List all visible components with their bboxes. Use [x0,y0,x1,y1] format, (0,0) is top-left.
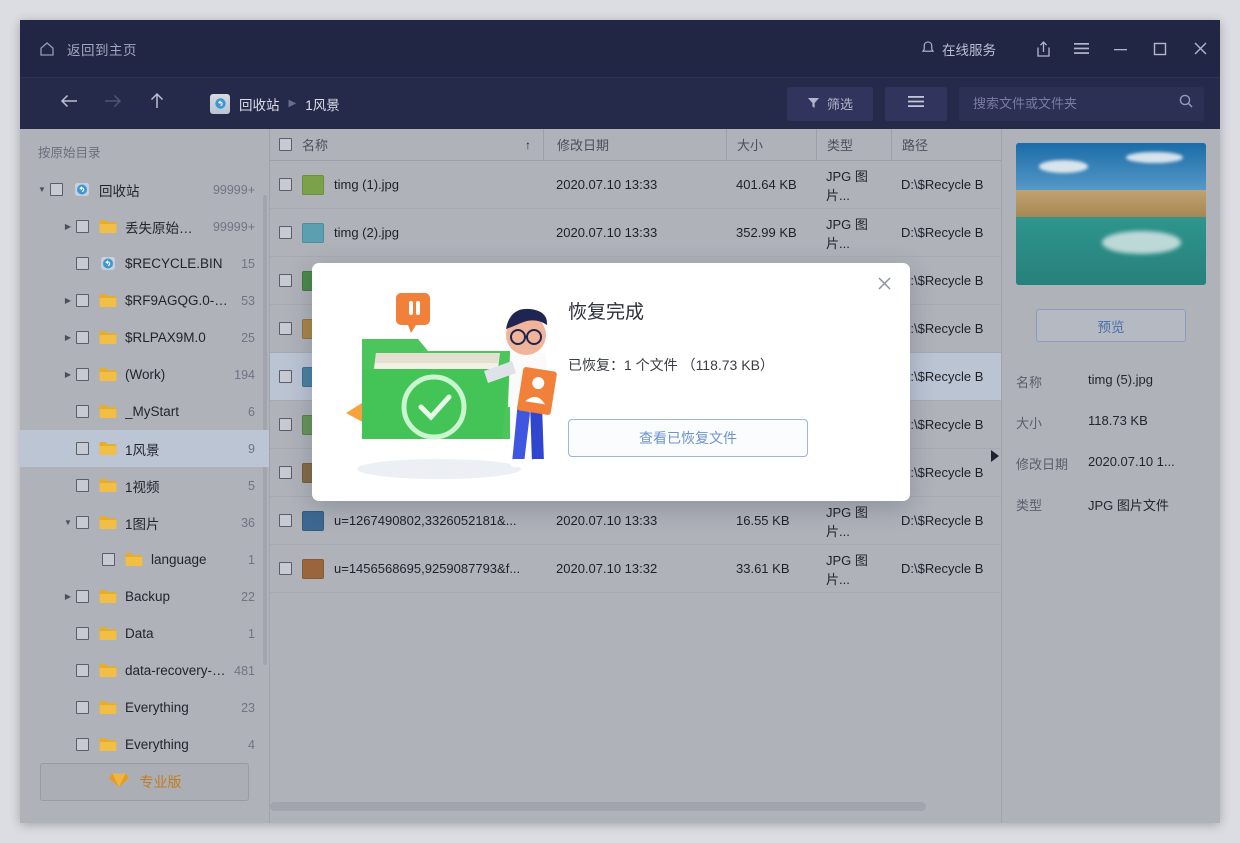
close-icon [877,276,892,296]
app-window: 返回到主页 在线服务 回收站 ▶ 1风景 筛选 搜索文件或文件夹 按原始目录 ▼… [20,20,1220,823]
view-recovered-files-button[interactable]: 查看已恢复文件 [568,419,808,457]
dialog-subtitle: 已恢复：1 个文件 （118.73 KB） [568,357,774,373]
dialog-title: 恢复完成 [568,302,645,323]
dialog-close-button[interactable] [871,273,897,299]
dialog-content: 恢复完成 已恢复：1 个文件 （118.73 KB） 查看已恢复文件 [568,297,874,457]
folder-check-illustration [334,291,564,483]
recovery-complete-dialog: 恢复完成 已恢复：1 个文件 （118.73 KB） 查看已恢复文件 [312,263,910,501]
view-recovered-files-label: 查看已恢复文件 [639,430,737,446]
